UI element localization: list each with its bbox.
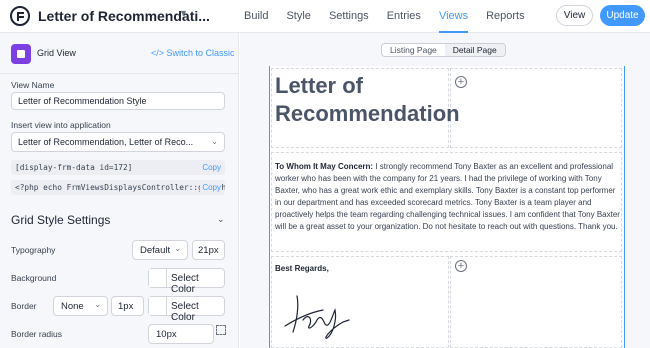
letter-greeting: To Whom It May Concern: <box>275 162 374 171</box>
grid-cell-empty-2[interactable] <box>450 256 622 348</box>
border-radius-label: Border radius <box>11 329 63 339</box>
view-settings-sidebar: Grid View </> Switch to Classic View Nam… <box>0 33 239 348</box>
add-field-icon[interactable]: + <box>455 76 467 88</box>
chevron-down-icon[interactable]: ▼ <box>179 8 188 18</box>
border-style-select[interactable]: None ⌄ <box>53 296 108 316</box>
view-name-input[interactable]: Letter of Recommendation Style <box>11 92 225 110</box>
expand-icon[interactable] <box>216 325 226 335</box>
background-color-swatch <box>149 269 167 287</box>
copy-php-button[interactable]: Copy <box>200 183 221 192</box>
tab-listing-page[interactable]: Listing Page <box>382 44 445 56</box>
border-color-swatch <box>149 297 167 315</box>
border-style-value: None <box>61 301 84 312</box>
letter-title: Letter of Recommendation <box>275 73 460 126</box>
border-label: Border <box>11 301 37 311</box>
shortcode-box: [display-frm-data id=172] Copy <box>11 160 225 175</box>
chevron-down-icon: ⌄ <box>174 244 181 253</box>
typography-select[interactable]: Default ⌄ <box>132 240 188 260</box>
typography-size-input[interactable]: 21px <box>192 240 225 260</box>
insert-view-label: Insert view into application <box>11 120 111 130</box>
nav-views[interactable]: Views <box>438 0 469 33</box>
add-field-icon[interactable]: + <box>455 260 467 272</box>
insert-view-value: Letter of Recommendation, Letter of Reco… <box>18 137 194 147</box>
page-toggle: Listing Page Detail Page <box>381 43 506 57</box>
main-nav: Build Style Settings Entries Views Repor… <box>244 0 543 33</box>
letter-body: To Whom It May Concern: I strongly recom… <box>275 161 620 233</box>
divider <box>0 73 239 74</box>
typography-value: Default <box>140 245 171 256</box>
nav-style[interactable]: Style <box>286 0 310 33</box>
switch-to-classic-label: Switch to Classic <box>166 48 235 58</box>
tab-detail-page[interactable]: Detail Page <box>444 44 505 56</box>
grid-cell-empty-1[interactable] <box>450 68 622 148</box>
typography-label: Typography <box>11 245 56 255</box>
background-color-picker[interactable]: Select Color <box>148 268 225 295</box>
nav-entries[interactable]: Entries <box>387 0 421 33</box>
insert-view-select[interactable]: Letter of Recommendation, Letter of Reco… <box>11 132 225 152</box>
border-select-color: Select Color <box>171 301 199 323</box>
border-radius-input[interactable]: 10px <box>148 324 214 344</box>
chevron-down-icon: ⌄ <box>211 137 218 146</box>
view-button[interactable]: View <box>556 5 593 26</box>
formidable-logo-icon[interactable] <box>10 6 30 26</box>
shortcode-text: [display-frm-data id=172] <box>15 163 133 172</box>
php-code-text: <?php echo FrmViewsDisplaysController::g… <box>15 183 225 192</box>
background-select-color: Select Color <box>171 273 199 295</box>
signature-image <box>284 295 350 339</box>
nav-reports[interactable]: Reports <box>486 0 525 33</box>
border-color-picker[interactable]: Select Color <box>148 296 225 323</box>
php-code-box: <?php echo FrmViewsDisplaysController::g… <box>11 180 225 195</box>
top-bar: Letter of Recommendati... ▼ Build Style … <box>0 0 650 33</box>
grid-style-settings-title[interactable]: Grid Style Settings <box>11 213 110 227</box>
letter-body-text: I strongly recommend Tony Baxter as an e… <box>275 162 620 231</box>
switch-to-classic-link[interactable]: </> Switch to Classic <box>151 48 235 58</box>
grid-view-icon <box>11 44 31 64</box>
nav-build[interactable]: Build <box>244 0 268 33</box>
letter-closing: Best Regards, <box>275 264 329 273</box>
update-button[interactable]: Update <box>600 5 645 26</box>
background-label: Background <box>11 273 57 283</box>
nav-settings[interactable]: Settings <box>329 0 369 33</box>
border-width-input[interactable]: 1px <box>111 296 144 316</box>
chevron-down-icon: ⌄ <box>94 300 101 309</box>
chevron-down-icon[interactable]: ⌄ <box>217 214 225 225</box>
view-name-label: View Name <box>11 80 55 90</box>
copy-shortcode-button[interactable]: Copy <box>200 163 221 172</box>
view-type-label: Grid View <box>37 48 76 58</box>
